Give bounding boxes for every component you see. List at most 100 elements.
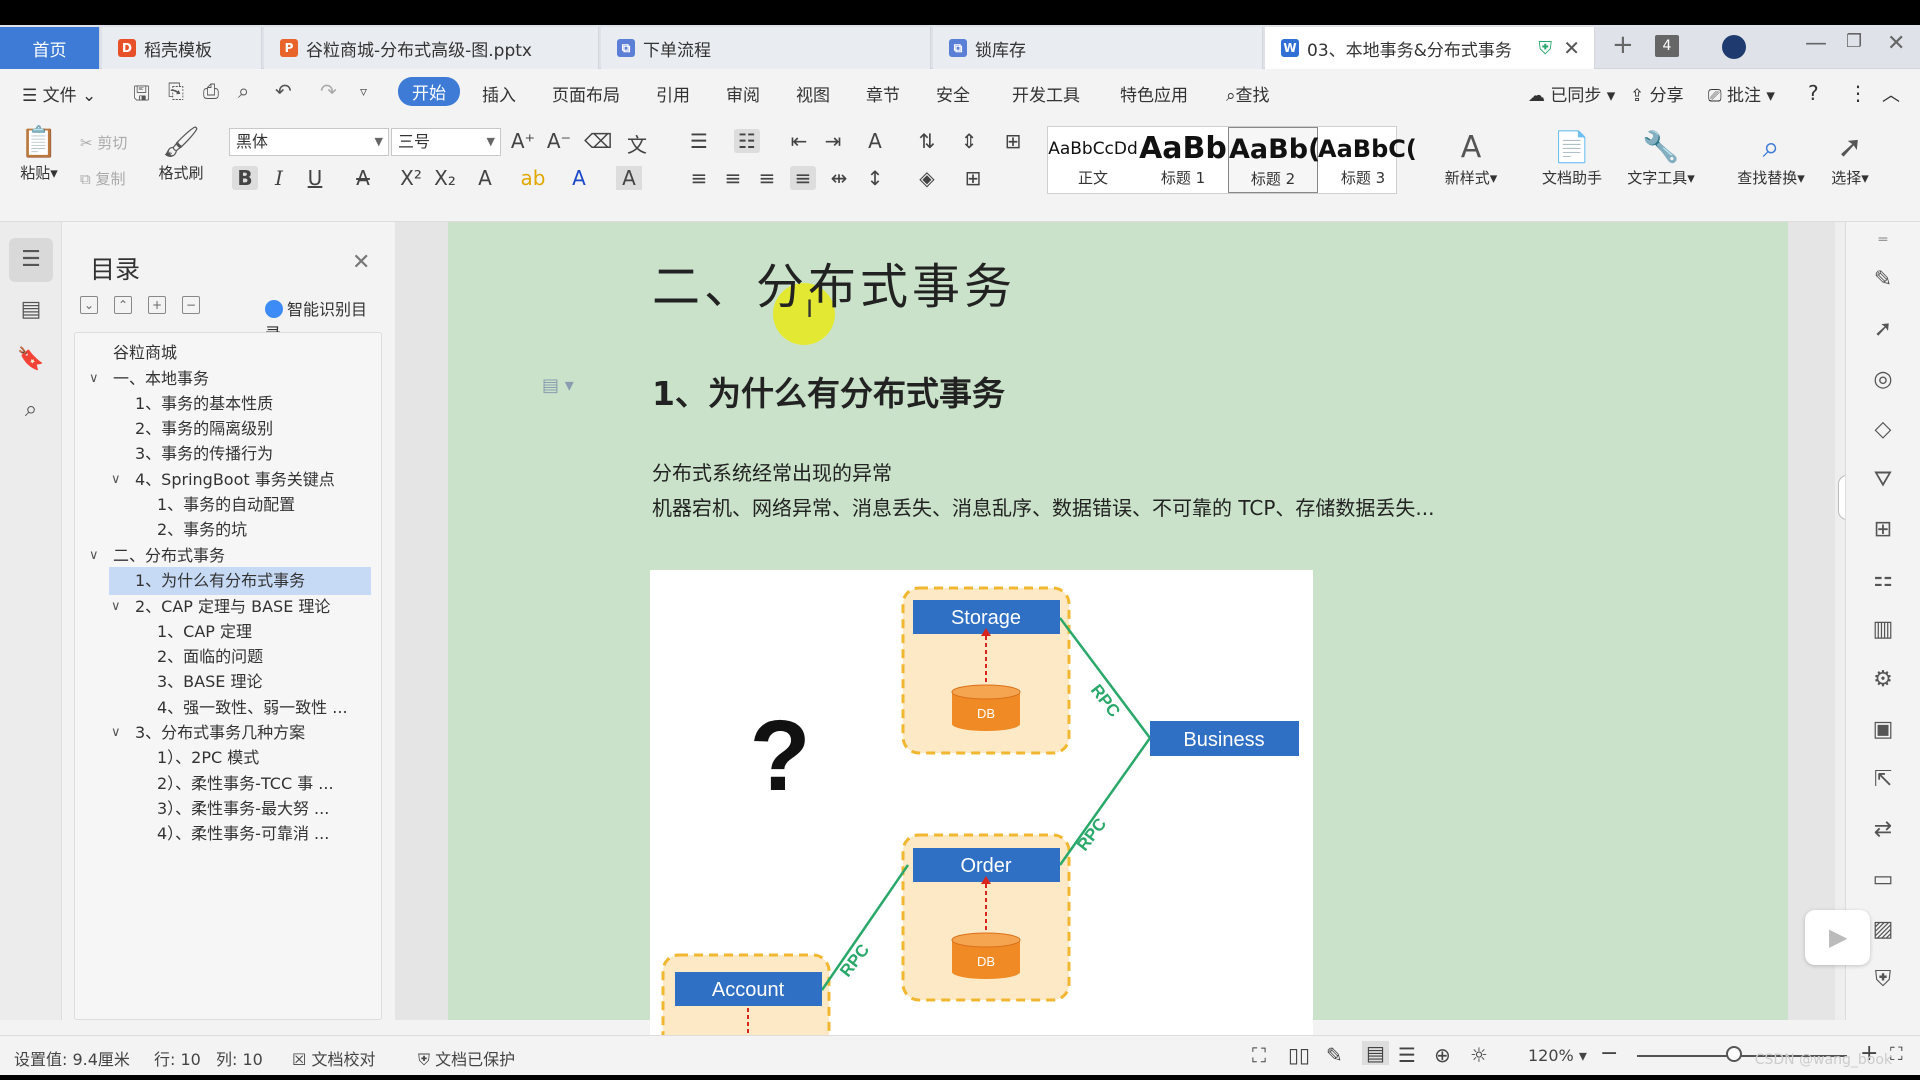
collapse-all-icon[interactable]: ⌃ <box>114 296 132 314</box>
heading-2[interactable]: 1、为什么有分布式事务 <box>652 367 1005 415</box>
bold-icon[interactable]: B <box>232 166 258 190</box>
toc-item[interactable]: 3）、柔性事务-最大努 ... <box>157 795 329 823</box>
heading-1[interactable]: 二、分布式事务 <box>652 247 1016 317</box>
superscript-icon[interactable]: X² <box>398 166 424 190</box>
print-icon[interactable]: ⎙ <box>203 79 219 103</box>
protection-status[interactable]: ⛨ 文档已保护 <box>418 1046 515 1070</box>
paste-button[interactable]: 📋 粘贴▾ <box>14 124 64 183</box>
add-heading-icon[interactable]: + <box>148 296 166 314</box>
toc-item[interactable]: 二、分布式事务 <box>113 542 225 570</box>
menu-insert[interactable]: 插入 <box>482 81 516 106</box>
shading-icon[interactable]: ◈ <box>914 166 940 190</box>
chevron-down-icon[interactable]: ∨ <box>111 599 121 614</box>
paragraph[interactable]: 机器宕机、网络异常、消息丢失、消息乱序、数据错误、不可靠的 TCP、存储数据丢失… <box>652 492 1435 521</box>
paragraph-spacing-icon[interactable]: ↕ <box>862 166 888 190</box>
distribute-icon[interactable]: ⇹ <box>826 166 852 190</box>
menu-search[interactable]: ⌕查找 <box>1226 81 1270 106</box>
read-mode-icon[interactable]: ▯▯ <box>1288 1043 1310 1067</box>
increase-indent-icon[interactable]: ⇥ <box>820 129 846 153</box>
toc-item[interactable]: 3、事务的传播行为 <box>135 440 273 468</box>
zoom-out-icon[interactable]: − <box>1600 1041 1618 1066</box>
align-left-icon[interactable]: ≡ <box>686 166 712 190</box>
decrease-indent-icon[interactable]: ⇤ <box>786 129 812 153</box>
proofread-button[interactable]: ☒ 文档校对 <box>292 1046 375 1070</box>
highlight-icon[interactable]: ab <box>520 166 546 190</box>
font-family-select[interactable]: 黑体 ▼ <box>229 128 389 156</box>
text-effect-icon[interactable]: A <box>472 166 498 190</box>
menu-review[interactable]: 审阅 <box>726 81 760 106</box>
menu-chapter[interactable]: 章节 <box>866 81 900 106</box>
border-icon[interactable]: ⊞ <box>960 166 986 190</box>
zoom-select[interactable]: 120% ▾ <box>1528 1046 1587 1065</box>
font-size-select[interactable]: 三号 ▼ <box>391 128 501 156</box>
menu-features[interactable]: 特色应用 <box>1120 81 1188 106</box>
numbered-list-icon[interactable]: ☷ <box>734 129 760 153</box>
close-icon[interactable]: ✕ <box>352 250 370 275</box>
toc-item[interactable]: 1）、2PC 模式 <box>157 744 259 772</box>
collapse-ribbon-icon[interactable]: ︿ <box>1882 81 1900 107</box>
toc-item-active[interactable]: 1、为什么有分布式事务 <box>109 567 371 595</box>
justify-icon[interactable]: ≡ <box>790 166 816 190</box>
close-tab-icon[interactable]: ✕ <box>1563 36 1580 60</box>
menu-view[interactable]: 视图 <box>796 81 830 106</box>
toc-item[interactable]: 4、强一致性、弱一致性 ... <box>157 694 348 722</box>
tab-current-doc[interactable]: W 03、本地事务&分布式事务 ⛨ ✕ <box>1265 27 1595 69</box>
bookmark-icon[interactable]: 🔖 <box>9 338 53 382</box>
picture-icon[interactable]: ▨ <box>1868 917 1898 942</box>
image-edit-icon[interactable]: ▣ <box>1868 717 1898 742</box>
zoom-slider-knob[interactable] <box>1726 1046 1742 1062</box>
style-heading-1[interactable]: AaBb 标题 1 <box>1138 127 1228 193</box>
toc-item[interactable]: 1、CAP 定理 <box>157 618 252 646</box>
shield-check-icon[interactable]: ⛨ <box>1868 967 1898 992</box>
pen-icon[interactable]: ✎ <box>1868 267 1898 292</box>
toc-panel-icon[interactable]: ☰ <box>9 238 53 282</box>
toc-item[interactable]: 2、CAP 定理与 BASE 理论 <box>135 593 330 621</box>
customize-icon[interactable]: ▿ <box>360 84 367 100</box>
minimize-icon[interactable]: — <box>1805 31 1827 56</box>
tab-daoke[interactable]: D 稻壳模板 <box>102 27 262 69</box>
pointer-icon[interactable]: ➚ <box>1868 317 1898 342</box>
chevron-down-icon[interactable]: ∨ <box>111 472 121 487</box>
ruler-setting[interactable]: 设置值: 9.4厘米 <box>14 1046 130 1070</box>
thumbnail-icon[interactable]: ▤ <box>9 288 53 332</box>
format-painter-button[interactable]: 🖌 格式刷 <box>152 124 210 183</box>
copy-button[interactable]: ⧉ 复制 <box>80 168 126 189</box>
menu-security[interactable]: 安全 <box>936 81 970 106</box>
subscript-icon[interactable]: X₂ <box>432 166 458 190</box>
toc-item[interactable]: 2、面临的问题 <box>157 643 263 671</box>
toc-item[interactable]: 1、事务的自动配置 <box>157 491 295 519</box>
menu-start[interactable]: 开始 <box>398 77 460 106</box>
outline-view-icon[interactable]: ☰ <box>1398 1043 1416 1067</box>
tab-lock-stock[interactable]: ⧉ 锁库存 <box>933 27 1263 69</box>
video-play-button[interactable]: ▶ <box>1805 910 1870 965</box>
bullet-list-icon[interactable]: ☰ <box>686 129 712 153</box>
tab-home[interactable]: 首页 <box>0 27 100 69</box>
font-color-icon[interactable]: A <box>566 166 592 190</box>
char-shading-icon[interactable]: A <box>616 166 642 190</box>
find-replace-button[interactable]: ⌕ 查找替换▾ <box>1728 129 1814 188</box>
new-style-button[interactable]: A 新样式▾ <box>1436 129 1506 188</box>
sync-status[interactable]: ☁ 已同步 ▾ <box>1528 81 1615 106</box>
undo-icon[interactable]: ↶ <box>275 79 292 103</box>
toc-item[interactable]: 一、本地事务 <box>113 365 209 393</box>
text-tools-button[interactable]: 🔧 文字工具▾ <box>1618 129 1704 188</box>
underline-icon[interactable]: U <box>302 166 328 190</box>
clear-format-icon[interactable]: ⌫ <box>584 129 612 153</box>
web-view-icon[interactable]: ⊕ <box>1434 1043 1451 1067</box>
table-icon[interactable]: ⊞ <box>1000 129 1026 153</box>
write-mode-icon[interactable]: ✎ <box>1326 1043 1343 1067</box>
style-normal[interactable]: AaBbCcDd 正文 <box>1048 127 1138 193</box>
line-spacing-icon[interactable]: ⇕ <box>956 129 982 153</box>
toc-item[interactable]: 3、分布式事务几种方案 <box>135 719 305 747</box>
save-icon[interactable]: 🖫 <box>133 79 150 113</box>
chevron-down-icon[interactable]: ∨ <box>89 371 99 386</box>
restore-icon[interactable]: ❐ <box>1846 31 1862 52</box>
eye-care-icon[interactable]: ☼ <box>1470 1043 1488 1067</box>
doc-helper-button[interactable]: 📄 文档助手 <box>1532 129 1612 188</box>
architecture-diagram[interactable]: Storage Business Order Account DB DB RPC <box>650 570 1313 1035</box>
shrink-font-icon[interactable]: A⁻ <box>546 129 572 153</box>
sort-icon[interactable]: ⇅ <box>914 129 940 153</box>
more-icon[interactable]: ⋮ <box>1848 81 1868 105</box>
layers-icon[interactable]: ⛛ <box>1868 467 1898 492</box>
toc-item[interactable]: 4、SpringBoot 事务关键点 <box>135 466 335 494</box>
